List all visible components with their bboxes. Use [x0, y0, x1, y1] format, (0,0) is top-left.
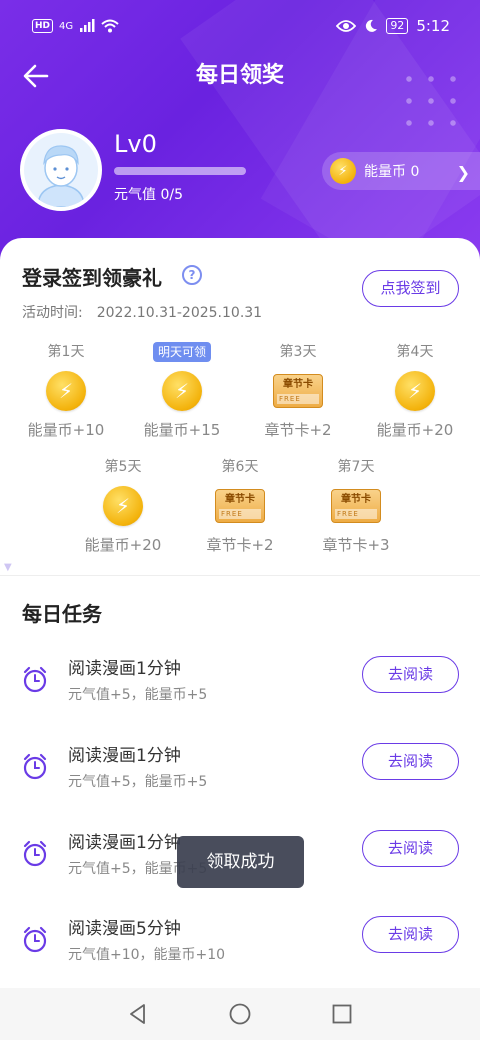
- alarm-clock-icon: [23, 753, 47, 780]
- energy-coin-icon: ⚡: [395, 371, 435, 411]
- activity-label: 活动时间:: [22, 305, 83, 321]
- hd-badge: HD: [32, 19, 54, 33]
- task-title: 阅读漫画1分钟: [68, 833, 181, 853]
- level-label: Lv0: [114, 130, 157, 158]
- signin-day-4: 第4天 ⚡ 能量币+20: [360, 341, 470, 440]
- signin-day-5: 第5天 ⚡ 能量币+20: [68, 456, 178, 555]
- task-item: 阅读漫画5分钟 元气值+10，能量币+10 去阅读: [0, 914, 480, 994]
- signal-icon: [80, 19, 95, 32]
- signin-section-title: 登录签到领豪礼: [22, 266, 162, 290]
- header: HD 4G 92 5:12 每日领奖 Lv0 元气值 0/5 ⚡ 能量币 0 ❯: [0, 0, 480, 270]
- task-title: 阅读漫画1分钟: [68, 659, 181, 679]
- nav-back-icon[interactable]: [126, 1002, 150, 1026]
- energy-coin-icon: ⚡: [330, 158, 356, 184]
- vitality-value: 元气值 0/5: [114, 187, 183, 203]
- nav-recents-icon[interactable]: [330, 1002, 354, 1026]
- go-read-button[interactable]: 去阅读: [362, 916, 459, 953]
- go-read-button[interactable]: 去阅读: [362, 830, 459, 867]
- day-label: 第7天: [337, 459, 375, 475]
- section-divider: [0, 575, 480, 576]
- energy-balance-button[interactable]: ⚡ 能量币 0 ❯: [322, 152, 480, 190]
- status-bar: HD 4G 92 5:12: [0, 0, 480, 56]
- day-reward: 章节卡+2: [206, 536, 274, 554]
- activity-period: 活动时间: 2022.10.31-2025.10.31: [22, 302, 262, 322]
- day-reward: 章节卡+2: [264, 421, 332, 439]
- avatar[interactable]: [20, 129, 102, 211]
- go-read-button[interactable]: 去阅读: [362, 656, 459, 693]
- task-item: 阅读漫画1分钟 元气值+5，能量币+5 去阅读: [0, 654, 480, 734]
- chapter-card-icon: 章节卡 FREE: [273, 374, 323, 408]
- check-in-button[interactable]: 点我签到: [362, 270, 459, 307]
- energy-coin-icon: ⚡: [162, 371, 202, 411]
- nav-home-icon[interactable]: [228, 1002, 252, 1026]
- task-reward: 元气值+5，能量币+5: [68, 687, 208, 703]
- day-label: 第3天: [279, 344, 317, 360]
- energy-coin-icon: ⚡: [46, 371, 86, 411]
- tasks-section-title: 每日任务: [22, 602, 102, 626]
- day-reward: 能量币+20: [376, 421, 454, 439]
- signin-day-1: 第1天 ⚡ 能量币+10: [11, 341, 121, 440]
- task-title: 阅读漫画1分钟: [68, 746, 181, 766]
- day-label: 第1天: [47, 344, 85, 360]
- tomorrow-badge: 明天可领: [152, 342, 211, 362]
- day-label: 第5天: [104, 459, 142, 475]
- task-title: 阅读漫画5分钟: [68, 919, 181, 939]
- day-label: 第6天: [221, 459, 259, 475]
- signal-label: 4G: [59, 20, 74, 32]
- task-item: 阅读漫画1分钟 元气值+5，能量币+5 去阅读: [0, 741, 480, 821]
- signin-day-2: 明天可领 ⚡ 能量币+15: [127, 341, 237, 440]
- energy-coin-icon: ⚡: [103, 486, 143, 526]
- collapse-chevron-icon: ▼: [4, 562, 12, 573]
- signin-day-3: 第3天 章节卡 FREE 章节卡+2: [243, 341, 353, 440]
- clock-time: 5:12: [416, 17, 450, 35]
- chapter-card-icon: 章节卡 FREE: [331, 489, 381, 523]
- go-read-button[interactable]: 去阅读: [362, 743, 459, 780]
- energy-balance-label: 能量币 0: [364, 164, 420, 180]
- task-reward: 元气值+10，能量币+10: [68, 947, 226, 963]
- signin-day-6: 第6天 章节卡 FREE 章节卡+2: [185, 456, 295, 555]
- day-reward: 能量币+10: [27, 421, 105, 439]
- day-reward: 能量币+20: [84, 536, 162, 554]
- activity-range: 2022.10.31-2025.10.31: [96, 305, 263, 321]
- day-label: 第4天: [396, 344, 434, 360]
- system-nav-bar: [0, 988, 480, 1040]
- toast-message: 领取成功: [177, 836, 304, 888]
- alarm-clock-icon: [23, 666, 47, 693]
- wifi-icon: [101, 19, 119, 33]
- chapter-card-icon: 章节卡 FREE: [215, 489, 265, 523]
- help-icon[interactable]: ?: [182, 265, 202, 285]
- day-reward: 能量币+15: [143, 421, 221, 439]
- signin-day-7: 第7天 章节卡 FREE 章节卡+3: [301, 456, 411, 555]
- task-reward: 元气值+5，能量币+5: [68, 774, 208, 790]
- avatar-boy-icon: [24, 133, 98, 207]
- day-reward: 章节卡+3: [322, 536, 390, 554]
- chevron-right-icon: ❯: [456, 163, 470, 182]
- battery-indicator: 92: [386, 18, 409, 34]
- moon-icon: [366, 19, 378, 32]
- alarm-clock-icon: [23, 840, 47, 867]
- vitality-progress-bar: [114, 167, 246, 175]
- eye-icon: [336, 20, 357, 32]
- page-title: 每日领奖: [195, 63, 284, 88]
- alarm-clock-icon: [23, 926, 47, 953]
